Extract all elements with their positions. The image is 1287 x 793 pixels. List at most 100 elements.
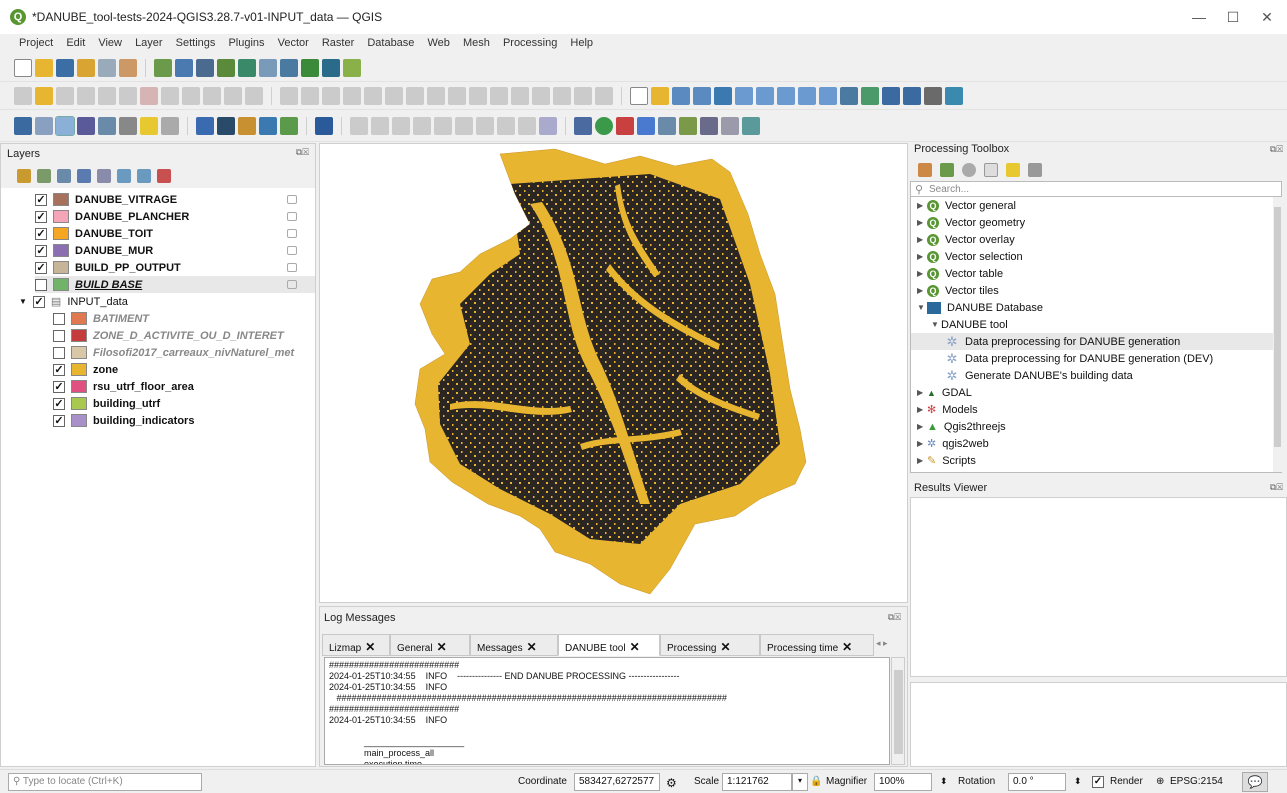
toolbox-item[interactable]: ▶ Q Vector overlay (917, 231, 1015, 248)
rotate-feature-icon[interactable] (301, 86, 319, 105)
expand-all-icon[interactable] (117, 169, 131, 183)
layer-symbol-swatch[interactable] (71, 346, 87, 359)
minimize-button[interactable]: — (1184, 6, 1214, 28)
label-properties-icon[interactable] (497, 116, 515, 135)
collapsed-arrow-icon[interactable]: ▶ (917, 439, 927, 448)
georeferencer-icon[interactable] (238, 116, 256, 135)
close-tab-icon[interactable]: ✕ (630, 640, 640, 654)
layer-row[interactable]: BUILD BASE (35, 276, 315, 293)
menu-edit[interactable]: Edit (61, 34, 90, 52)
layer-row[interactable]: ✓ rsu_utrf_floor_area (53, 378, 194, 395)
toolbox-item[interactable]: ▶ Q Vector geometry (917, 214, 1025, 231)
scripts-icon[interactable] (940, 163, 954, 177)
undo-icon[interactable] (224, 86, 242, 105)
layer-symbol-swatch[interactable] (71, 397, 87, 410)
toolbox-item[interactable]: ▶ ✻ Models (917, 401, 978, 418)
zoom-next-icon[interactable] (819, 86, 837, 105)
layer-visibility-checkbox[interactable]: ✓ (35, 261, 47, 274)
toolbox-search-input[interactable]: ⚲ Search... (910, 181, 1282, 197)
toolbox-item[interactable]: ✲ Data preprocessing for DANUBE generatio… (911, 333, 1273, 350)
history-icon[interactable] (962, 163, 976, 177)
delete-ring-icon[interactable] (406, 86, 424, 105)
expanded-arrow-icon[interactable]: ▼ (917, 303, 927, 312)
plugin-table-icon[interactable] (700, 116, 718, 135)
collapsed-arrow-icon[interactable]: ▶ (917, 252, 927, 261)
layer-visibility-checkbox[interactable]: ✓ (35, 193, 47, 206)
layer-filter-icon[interactable] (287, 263, 297, 272)
toolbox-item[interactable]: ✲ Data preprocessing for DANUBE generatio… (945, 350, 1214, 367)
panel-float-close-icon[interactable]: ⧉☒ (1270, 144, 1283, 155)
close-tab-icon[interactable]: ✕ (365, 640, 375, 654)
processing-toolbox-icon[interactable] (55, 115, 75, 136)
copy-features-icon[interactable] (182, 86, 200, 105)
tab-processing-time[interactable]: Processing time ✕ (760, 634, 874, 656)
layer-filter-icon[interactable] (287, 195, 297, 204)
rotate-point-icon[interactable] (574, 86, 592, 105)
tab-messages[interactable]: Messages ✕ (470, 634, 558, 656)
layer-symbol-swatch[interactable] (53, 210, 69, 223)
move-label-icon[interactable] (413, 116, 431, 135)
identify-features-icon[interactable] (14, 116, 32, 135)
filter-expression-icon[interactable] (97, 169, 111, 183)
filter-legend-icon[interactable] (77, 169, 91, 183)
layer-row[interactable]: ✓ DANUBE_MUR (35, 242, 153, 259)
save-project-icon[interactable] (56, 58, 74, 77)
crs-button[interactable]: EPSG:2154 (1170, 776, 1223, 787)
maximize-button[interactable]: ☐ (1218, 6, 1248, 28)
magnifier-field[interactable]: 100% (874, 773, 932, 791)
plugin-red-icon[interactable] (616, 116, 634, 135)
menu-layer[interactable]: Layer (130, 34, 168, 52)
tab-general[interactable]: General ✕ (390, 634, 470, 656)
log-scrollbar[interactable] (891, 657, 905, 765)
tree-scrollbar[interactable] (1273, 197, 1282, 472)
collapsed-arrow-icon[interactable]: ▶ (917, 422, 927, 431)
add-wms-icon[interactable] (280, 58, 298, 77)
layout-manager-icon[interactable] (98, 58, 116, 77)
toolbox-item[interactable]: ▼ DANUBE Database (917, 299, 1043, 316)
layer-visibility-checkbox[interactable]: ✓ (35, 227, 47, 240)
new-bookmark-icon[interactable] (882, 86, 900, 105)
new-layer-icon[interactable] (343, 58, 361, 77)
remove-layer-icon[interactable] (157, 169, 171, 183)
open-project-icon[interactable] (35, 58, 53, 77)
save-edits-icon[interactable] (56, 86, 74, 105)
help-icon[interactable] (315, 116, 333, 135)
menu-settings[interactable]: Settings (171, 34, 221, 52)
add-xyz-icon[interactable] (322, 58, 340, 77)
redo-icon[interactable] (245, 86, 263, 105)
map-drawing[interactable] (320, 144, 907, 602)
plugin-chart-icon[interactable] (679, 116, 697, 135)
toggle-editing-icon[interactable] (35, 86, 53, 105)
tab-lizmap[interactable]: Lizmap ✕ (322, 634, 390, 656)
pan-map-icon[interactable] (630, 86, 648, 105)
label-tool-icon[interactable] (350, 116, 368, 135)
zoom-selection-icon[interactable] (735, 86, 753, 105)
zoom-last-icon[interactable] (798, 86, 816, 105)
expanded-arrow-icon[interactable]: ▼ (931, 320, 941, 329)
zoom-native-icon[interactable] (777, 86, 795, 105)
globe-icon[interactable] (595, 116, 613, 135)
magnifier-stepper-icon[interactable]: ⬍ (940, 776, 948, 787)
scale-dropdown-icon[interactable]: ▾ (792, 773, 808, 791)
merge-features-icon[interactable] (532, 86, 550, 105)
collapse-arrow-icon[interactable]: ▼ (19, 297, 27, 306)
layer-visibility-checkbox[interactable] (53, 329, 65, 342)
toolbox-item[interactable]: ▶ ▲ GDAL (917, 384, 972, 401)
add-raster-layer-icon[interactable] (175, 58, 193, 77)
rotation-field[interactable]: 0.0 ° (1008, 773, 1066, 791)
layer-filter-icon[interactable] (287, 246, 297, 255)
change-label-icon[interactable] (455, 116, 473, 135)
close-tab-icon[interactable]: ✕ (842, 640, 852, 654)
python-console-icon[interactable] (196, 116, 214, 135)
render-checkbox[interactable]: ✓ (1092, 776, 1104, 788)
save-as-icon[interactable] (77, 58, 95, 77)
zoom-full-icon[interactable] (714, 86, 732, 105)
rotate-label-icon[interactable] (434, 116, 452, 135)
tree-scrollbar-thumb[interactable] (1274, 207, 1281, 447)
new-project-icon[interactable] (14, 58, 32, 77)
layer-filter-icon[interactable] (287, 229, 297, 238)
toolbox-item[interactable]: ▶ ✎ Scripts (917, 452, 976, 469)
plugin-grid-icon[interactable] (658, 116, 676, 135)
menu-raster[interactable]: Raster (317, 34, 359, 52)
collapsed-arrow-icon[interactable]: ▶ (917, 218, 927, 227)
